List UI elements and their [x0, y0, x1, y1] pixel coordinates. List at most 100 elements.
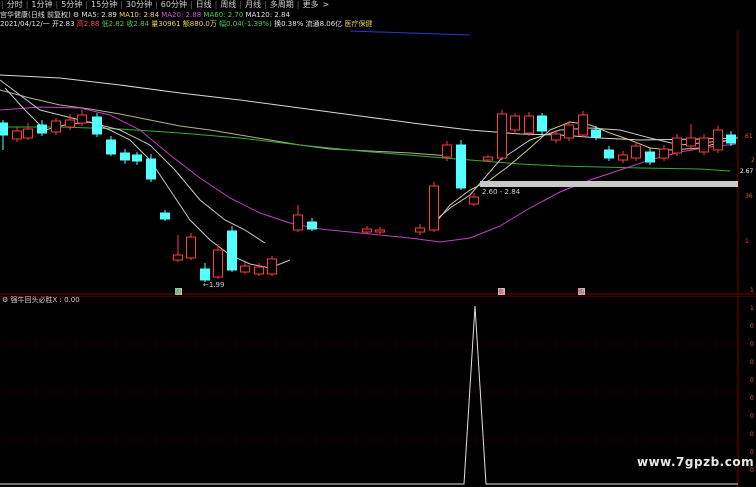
sub-axis-label-5: 0: [750, 395, 754, 402]
axis-label-1: 2: [751, 157, 755, 164]
candle-body: [699, 137, 709, 153]
candle-body: [227, 230, 237, 271]
candle-body: [578, 114, 588, 136]
ma10-value: MA10: 2.84: [119, 11, 160, 19]
candle-body: [160, 212, 170, 220]
candle-body: [442, 144, 452, 158]
candle-body: [645, 151, 655, 163]
candle-body: [564, 124, 574, 139]
ma20-value: MA20: 2.88: [161, 11, 202, 19]
period-toolbar: | 分时 | 1分钟 | 5分钟 | 15分钟 | 30分钟 | 60分钟 | 日线 | 周线 | 月线 | 多周期 |…: [0, 0, 756, 10]
tab-60min[interactable]: 60分钟: [159, 0, 189, 10]
tab-15min[interactable]: 15分钟: [89, 0, 119, 10]
sub-axis-label-4: 0: [750, 377, 754, 384]
tab-daily[interactable]: 日线: [194, 0, 214, 10]
candle-body: [415, 227, 425, 233]
ma120-value: MA120: 2.84: [245, 11, 290, 19]
tab-more[interactable]: 更多: [300, 0, 320, 10]
gap-band: [480, 181, 738, 187]
ma5-value: MA5: 2.89: [81, 11, 117, 19]
candle-body: [65, 119, 75, 128]
sub-axis-label-2: 0: [750, 341, 754, 348]
ohlc-info-line: 2021/04/12/一 开2.83 高2.88 低2.82 收2.84 量30…: [0, 19, 756, 29]
axis-label-0: 61: [745, 133, 753, 140]
candle-body: [659, 148, 669, 159]
candle-body: [510, 115, 520, 131]
axis-label-3: 36: [745, 193, 753, 200]
axis-label-5: 1: [750, 287, 754, 294]
candle-body: [307, 221, 317, 230]
bar-date: 2021/04/12/一: [0, 20, 50, 28]
candle-body: [618, 154, 628, 161]
open-price: 开2.83: [51, 20, 75, 28]
high-price: 高2.88: [76, 20, 100, 28]
turnover: 换0.38%: [274, 20, 304, 28]
tab-weekly[interactable]: 周线: [218, 0, 238, 10]
price-tag: 2.67: [740, 168, 754, 175]
candle-body: [456, 144, 466, 189]
candle-body: [0, 122, 8, 136]
candle-body: [240, 265, 250, 273]
tab-intraday[interactable]: 分时: [5, 0, 25, 10]
close-price: 收2.84: [126, 20, 150, 28]
ma-residue-line: [349, 30, 471, 36]
candle-body: [483, 156, 493, 161]
candle-body: [132, 154, 142, 162]
candle-body: [200, 268, 210, 281]
tab-monthly[interactable]: 月线: [243, 0, 263, 10]
candle-body: [146, 158, 156, 180]
candles-group: [0, 110, 736, 282]
tab-multi-period[interactable]: 多周期: [268, 0, 296, 10]
candle-body: [726, 134, 736, 144]
sub-axis-label-1: 0: [750, 323, 754, 330]
ma60-value: MA60: 2.70: [203, 11, 244, 19]
candle-body: [293, 214, 303, 231]
sell-marker[interactable]: 卖: [498, 289, 504, 295]
sub-axis-label-3: 0: [750, 359, 754, 366]
candle-body: [537, 115, 547, 132]
candle-body: [173, 254, 183, 261]
candle-body: [77, 114, 87, 124]
sub-axis: 1 0 0 0 0 0 0 0 0 0: [750, 305, 754, 474]
candle-body: [106, 139, 116, 155]
sector: 医疗保健: [344, 20, 373, 28]
candle-body: [672, 137, 682, 154]
candle-body: [469, 196, 479, 205]
candlestick-chart[interactable]: 2.60 - 2.84 ←1.99 购 卖 购 61 2 2.67 36 1 1: [0, 30, 756, 295]
low-price: 低2.82: [101, 20, 125, 28]
candle-body: [267, 258, 277, 275]
candle-body: [23, 128, 33, 139]
candle-body: [591, 129, 601, 138]
candle-body: [120, 152, 130, 161]
gap-label: 2.60 - 2.84: [482, 188, 521, 196]
volume: 量30961: [151, 20, 181, 28]
candle-body: [713, 129, 723, 151]
low-point-label: ←1.99: [203, 281, 224, 289]
settings-gear-icon[interactable]: ⚙: [73, 11, 79, 19]
float-cap: 流通8.06亿: [305, 20, 343, 28]
tab-1min[interactable]: 1分钟: [29, 0, 54, 10]
stock-chart-window: | 分时 | 1分钟 | 5分钟 | 15分钟 | 30分钟 | 60分钟 | 日线 | 周线 | 月线 | 多周期 |…: [0, 0, 756, 487]
candle-body: [631, 145, 641, 159]
candle-body: [254, 266, 264, 275]
tab-5min[interactable]: 5分钟: [59, 0, 84, 10]
candle-body: [51, 120, 61, 133]
sub-axis-label-7: 0: [750, 431, 754, 438]
candle-body: [37, 124, 47, 134]
tab-30min[interactable]: 30分钟: [124, 0, 154, 10]
chevron-right-icon[interactable]: >: [320, 0, 331, 10]
candle-body: [429, 185, 439, 231]
buy-marker-2[interactable]: 购: [578, 288, 584, 295]
candle-body: [497, 113, 507, 159]
candle-body: [362, 228, 372, 233]
change: 幅0.04(-1.39%): [219, 20, 272, 28]
candle-body: [686, 137, 696, 147]
sub-axis-label-0: 1: [750, 305, 754, 312]
candle-body: [604, 149, 614, 159]
buy-marker-1[interactable]: 购: [175, 288, 181, 295]
candle-body: [12, 130, 22, 140]
candle-body: [213, 249, 223, 278]
signal-line: [0, 305, 738, 485]
candle-body: [186, 236, 196, 259]
sub-axis-label-6: 0: [750, 413, 754, 420]
